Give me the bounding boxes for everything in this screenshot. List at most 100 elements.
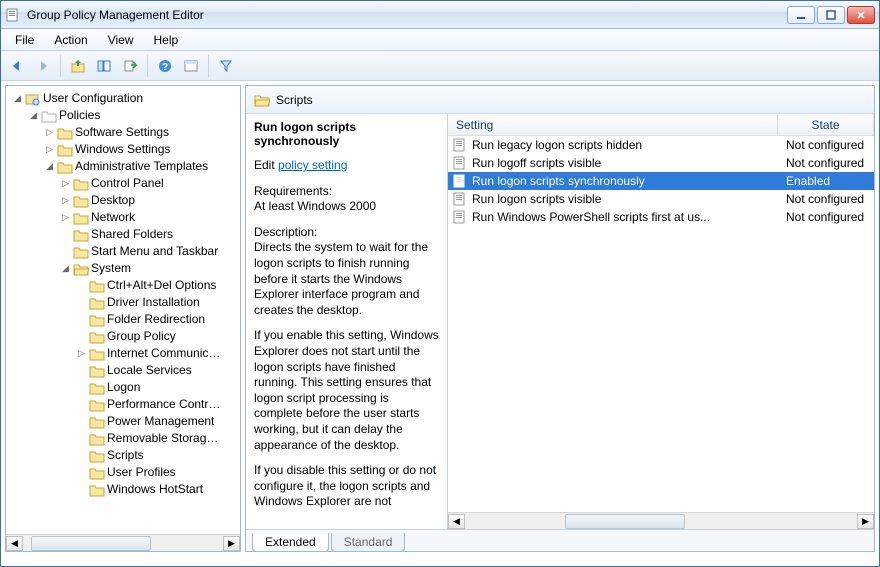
properties-button[interactable] [179,54,203,78]
help-button[interactable]: ? [153,54,177,78]
setting-name: Run logon scripts synchronously [472,174,645,188]
scroll-left-button[interactable]: ◀ [448,514,465,529]
expand-icon[interactable]: ▷ [76,348,87,359]
tree-label: Network [91,209,135,226]
scroll-left-button[interactable]: ◀ [6,536,23,551]
scroll-track[interactable] [465,514,857,529]
list-body[interactable]: Run legacy logon scripts hiddenNot confi… [448,136,874,512]
tree-power-management[interactable]: Power Management [76,413,240,430]
minimize-button[interactable] [787,6,815,24]
close-button[interactable] [847,6,875,24]
tree-admin-templates[interactable]: ◢Administrative Templates [44,158,240,175]
folder-icon [73,177,89,191]
tree-shared-folders[interactable]: Shared Folders [60,226,240,243]
tab-extended[interactable]: Extended [252,533,329,552]
menu-view[interactable]: View [100,31,142,49]
folder-icon [73,245,89,259]
list-hscrollbar[interactable]: ◀ ▶ [448,512,874,529]
tree-control-panel[interactable]: ▷Control Panel [60,175,240,192]
tree-ctrlaltdel[interactable]: Ctrl+Alt+Del Options [76,277,240,294]
collapse-icon[interactable]: ◢ [28,110,39,121]
tree-label: Policies [59,107,100,124]
tree-hscrollbar[interactable]: ◀ ▶ [6,534,240,551]
window-title: Group Policy Management Editor [27,8,787,22]
expand-icon[interactable]: ▷ [44,144,55,155]
tree-desktop[interactable]: ▷Desktop [60,192,240,209]
tree-software-settings[interactable]: ▷Software Settings [44,124,240,141]
expand-icon[interactable]: ▷ [60,178,71,189]
scroll-thumb[interactable] [565,514,685,529]
scroll-thumb[interactable] [31,536,151,551]
list-row[interactable]: Run logoff scripts visibleNot configured [448,154,874,172]
menu-help[interactable]: Help [146,31,187,49]
expand-icon[interactable]: ▷ [60,212,71,223]
folder-icon [73,211,89,225]
folder-icon [89,466,105,480]
tree-policies[interactable]: ◢ Policies [28,107,240,124]
folder-icon [89,347,105,361]
filter-button[interactable] [214,54,238,78]
setting-icon [452,138,468,152]
column-setting[interactable]: Setting [448,114,778,135]
tree-network[interactable]: ▷ Network [60,209,240,226]
tree-label: Logon [107,379,140,396]
tree-pane: ◢ User Configuration ◢ Policies [5,85,241,552]
collapse-icon[interactable]: ◢ [44,161,55,172]
spacer [76,416,87,427]
list-row[interactable]: Run logon scripts synchronouslyEnabled [448,172,874,190]
tab-standard[interactable]: Standard [331,533,406,552]
column-state[interactable]: State [778,114,874,135]
tree-user-profiles[interactable]: User Profiles [76,464,240,481]
tree-user-configuration[interactable]: ◢ User Configuration [12,90,240,107]
tree-driver-installation[interactable]: Driver Installation [76,294,240,311]
setting-state: Not configured [778,210,874,224]
setting-icon [452,210,468,224]
tree-removable-storage[interactable]: Removable Storage Access [76,430,240,447]
scroll-right-button[interactable]: ▶ [223,536,240,551]
menu-file[interactable]: File [7,31,42,49]
tree-folder-redirection[interactable]: Folder Redirection [76,311,240,328]
tree-label: Performance Control Panel [107,396,225,413]
tree-windows-hotstart[interactable]: Windows HotStart [76,481,240,498]
titlebar[interactable]: Group Policy Management Editor [1,1,879,29]
back-button[interactable] [5,54,29,78]
show-hide-tree-button[interactable] [92,54,116,78]
tree-label: Removable Storage Access [107,430,225,447]
scroll-right-button[interactable]: ▶ [857,514,874,529]
tree-windows-settings[interactable]: ▷Windows Settings [44,141,240,158]
list-row[interactable]: Run logon scripts visibleNot configured [448,190,874,208]
expand-icon[interactable]: ▷ [44,127,55,138]
list-row[interactable]: Run Windows PowerShell scripts first at … [448,208,874,226]
tree-scripts[interactable]: Scripts [76,447,240,464]
scroll-track[interactable] [23,536,223,551]
menu-action[interactable]: Action [46,31,95,49]
expand-icon[interactable]: ▷ [60,195,71,206]
folder-icon [89,432,105,446]
nav-tree[interactable]: ◢ User Configuration ◢ Policies [6,86,240,534]
menubar: File Action View Help [1,29,879,51]
spacer [60,246,71,257]
up-button[interactable] [66,54,90,78]
tree-logon[interactable]: Logon [76,379,240,396]
setting-state: Not configured [778,138,874,152]
maximize-button[interactable] [817,6,845,24]
folder-open-icon [254,93,270,107]
tree-start-menu[interactable]: Start Menu and Taskbar [60,243,240,260]
collapse-icon[interactable]: ◢ [12,93,23,104]
description-pane: Run logon scripts synchronously Edit pol… [246,114,448,529]
tree-group-policy[interactable]: Group Policy [76,328,240,345]
folder-icon [89,415,105,429]
list-row[interactable]: Run legacy logon scripts hiddenNot confi… [448,136,874,154]
collapse-icon[interactable]: ◢ [60,263,71,274]
tree-system[interactable]: ◢System [60,260,240,277]
export-button[interactable] [118,54,142,78]
details-header: Scripts [246,86,874,114]
setting-state: Not configured [778,192,874,206]
toolbar-separator [147,55,148,77]
forward-button[interactable] [31,54,55,78]
tree-locale-services[interactable]: Locale Services [76,362,240,379]
tree-internet-comm[interactable]: ▷Internet Communication Management [76,345,240,362]
tree-performance[interactable]: Performance Control Panel [76,396,240,413]
policy-heading: Run logon scripts synchronously [254,120,439,148]
edit-policy-link[interactable]: policy setting [278,158,347,172]
